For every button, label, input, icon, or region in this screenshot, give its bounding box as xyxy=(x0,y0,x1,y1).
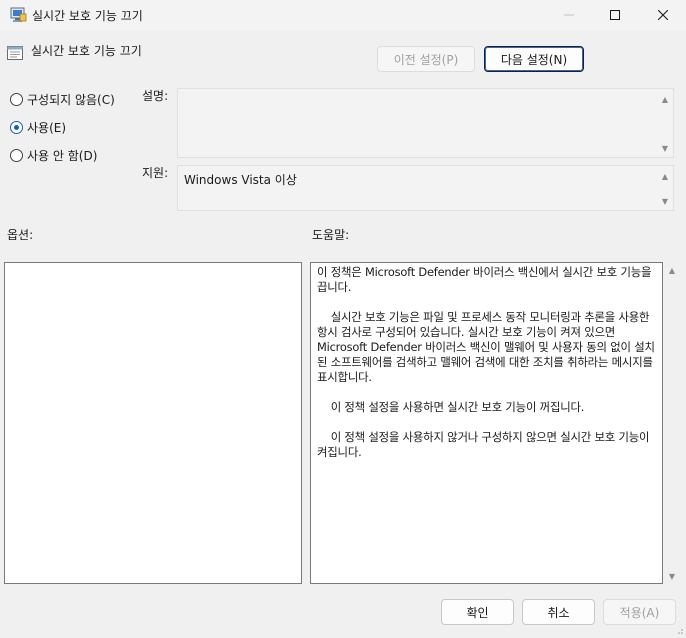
scroll-down-icon[interactable]: ▼ xyxy=(667,571,677,581)
resize-grip-icon[interactable] xyxy=(674,624,684,634)
close-button[interactable] xyxy=(640,0,686,31)
previous-setting-button[interactable]: 이전 설정(P) xyxy=(377,46,475,72)
supported-on-box[interactable]: Windows Vista 이상 ▲ ▼ xyxy=(177,165,674,211)
policy-setting-icon xyxy=(7,45,23,61)
cancel-button[interactable]: 취소 xyxy=(522,599,595,625)
minimize-button[interactable] xyxy=(546,0,592,31)
options-label: 옵션: xyxy=(7,228,34,242)
radio-not-configured-label: 구성되지 않음(C) xyxy=(27,93,115,107)
policy-setting-dialog: 실시간 보호 기능 끄기 실시간 보호 기능 끄기 이전 설정(P) 다음 설정… xyxy=(0,0,686,636)
description-label: 설명: xyxy=(142,89,169,103)
help-paragraph: 이 정책 설정을 사용하면 실시간 보호 기능이 꺼집니다. xyxy=(317,400,585,414)
scroll-up-icon[interactable]: ▲ xyxy=(660,171,670,181)
ok-button[interactable]: 확인 xyxy=(441,599,514,625)
radio-disabled-label: 사용 안 함(D) xyxy=(27,149,98,163)
scroll-down-icon[interactable]: ▼ xyxy=(660,143,670,153)
radio-disabled[interactable]: 사용 안 함(D) xyxy=(10,147,97,164)
supported-on-value: Windows Vista 이상 xyxy=(184,173,297,187)
help-text: 이 정책은 Microsoft Defender 바이러스 백신에서 실시간 보… xyxy=(317,265,657,475)
help-label: 도움말: xyxy=(312,228,350,242)
help-paragraph: 이 정책은 Microsoft Defender 바이러스 백신에서 실시간 보… xyxy=(317,265,655,294)
minimize-icon xyxy=(564,9,574,23)
setting-title: 실시간 보호 기능 끄기 xyxy=(31,44,142,58)
maximize-button[interactable] xyxy=(592,0,638,31)
description-box[interactable]: ▲ ▼ xyxy=(177,88,674,158)
help-scrollbar[interactable]: ▲ ▼ xyxy=(664,262,680,584)
title-bar: 실시간 보호 기능 끄기 xyxy=(0,0,686,31)
radio-disabled-circle[interactable] xyxy=(10,149,23,162)
scroll-down-icon[interactable]: ▼ xyxy=(660,196,670,206)
supported-on-label: 지원: xyxy=(142,166,169,180)
close-icon xyxy=(657,9,669,23)
maximize-icon xyxy=(610,9,620,23)
scroll-up-icon[interactable]: ▲ xyxy=(660,94,670,104)
radio-enabled-circle[interactable] xyxy=(10,121,23,134)
options-panel xyxy=(4,262,302,584)
apply-button[interactable]: 적용(A) xyxy=(603,599,676,625)
radio-enabled[interactable]: 사용(E) xyxy=(10,119,66,136)
next-setting-button[interactable]: 다음 설정(N) xyxy=(484,46,584,72)
help-panel[interactable]: 이 정책은 Microsoft Defender 바이러스 백신에서 실시간 보… xyxy=(310,262,663,584)
window-title: 실시간 보호 기능 끄기 xyxy=(32,9,143,23)
radio-enabled-label: 사용(E) xyxy=(27,121,67,135)
group-policy-icon xyxy=(10,7,27,23)
help-paragraph: 실시간 보호 기능은 파일 및 프로세스 동작 모니터링과 추론을 사용한 항시… xyxy=(317,310,657,384)
scroll-up-icon[interactable]: ▲ xyxy=(667,265,677,275)
help-paragraph: 이 정책 설정을 사용하지 않거나 구성하지 않으면 실시간 보호 기능이 켜집… xyxy=(317,430,653,459)
radio-not-configured-circle[interactable] xyxy=(10,93,23,106)
radio-not-configured[interactable]: 구성되지 않음(C) xyxy=(10,91,115,108)
